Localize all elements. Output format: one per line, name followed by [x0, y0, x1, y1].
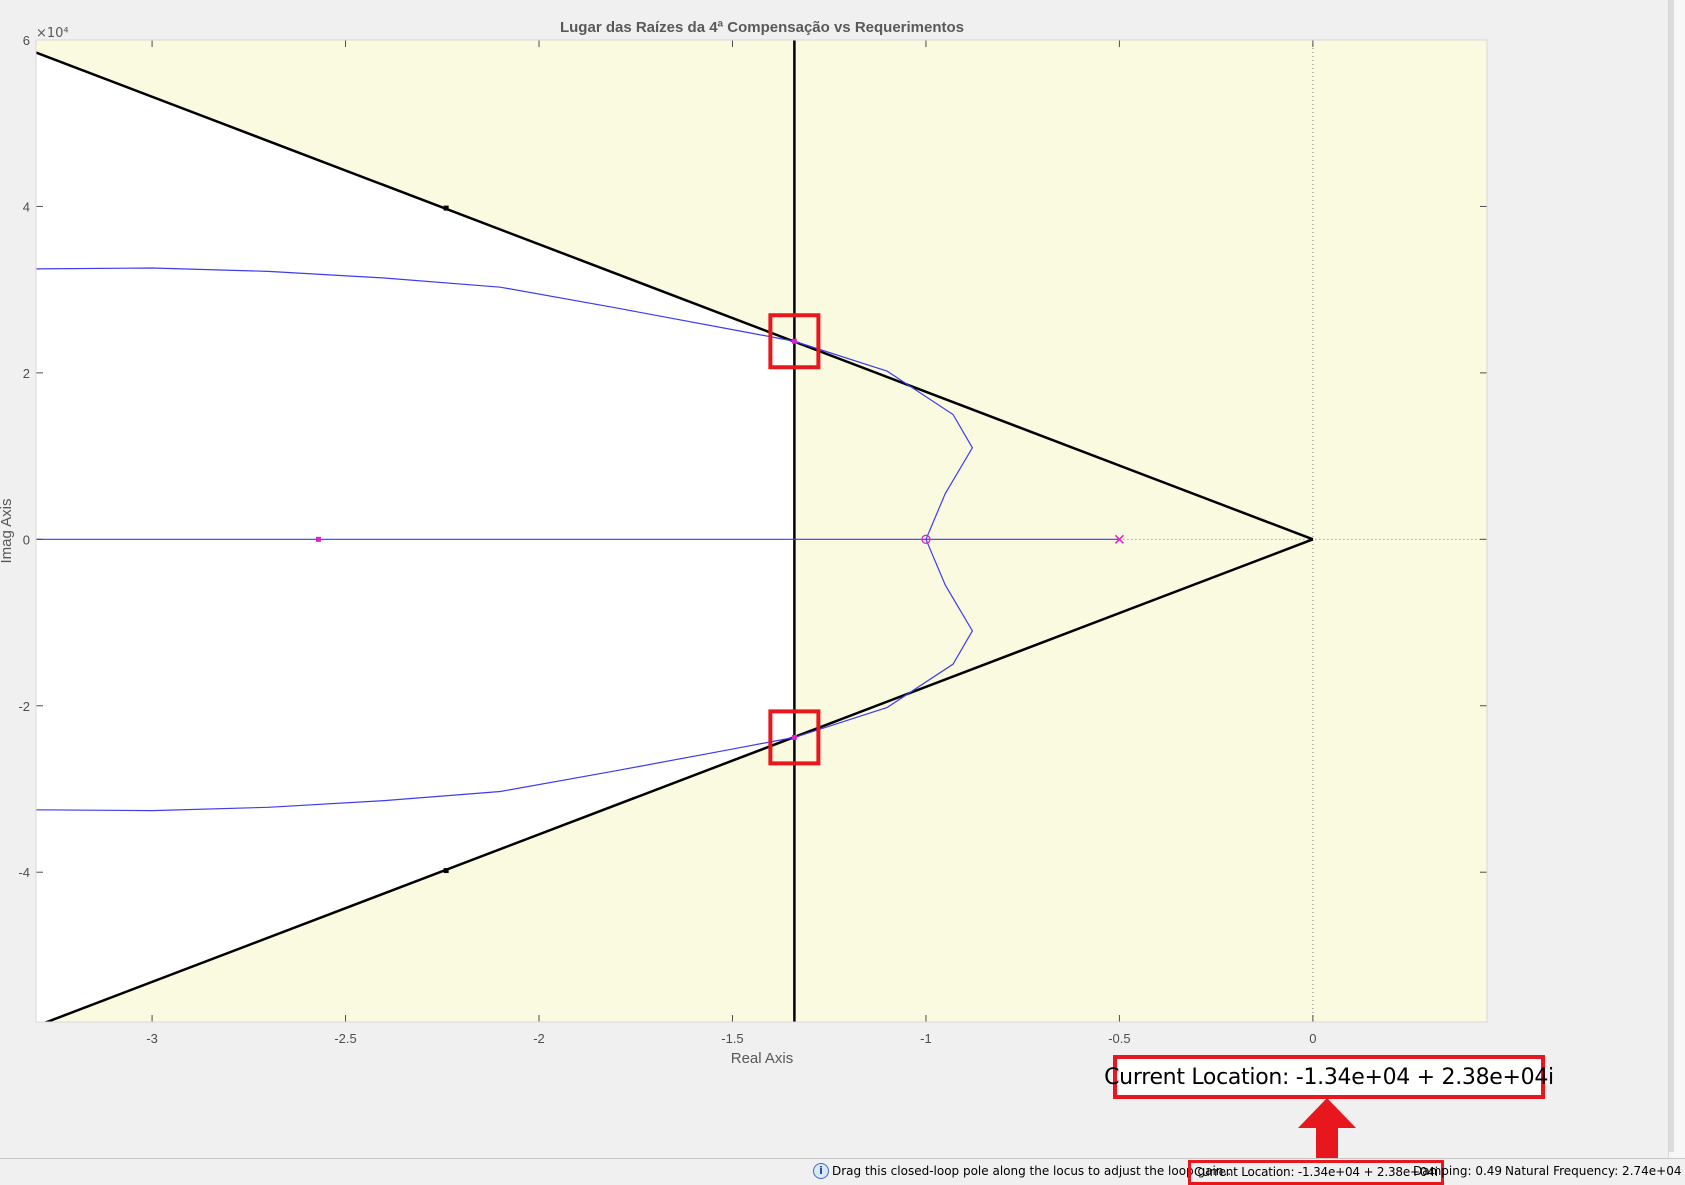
y-tick-label: 2 — [23, 366, 30, 381]
right-panel-divider[interactable] — [1669, 0, 1674, 1152]
status-bar: i Drag this closed-loop pole along the l… — [0, 1158, 1685, 1185]
x-tick-label: -0.5 — [1108, 1031, 1130, 1046]
y-tick-label: -2 — [18, 699, 30, 714]
x-tick-label: -1.5 — [721, 1031, 743, 1046]
x-axis-label: Real Axis — [731, 1050, 794, 1067]
y-tick-label: 6 — [23, 33, 30, 48]
x-tick-label: -2.5 — [334, 1031, 356, 1046]
chart-title: Lugar das Raízes da 4ª Compensação vs Re… — [560, 19, 964, 36]
x-tick-label: -2 — [533, 1031, 545, 1046]
x-tick-label: -3 — [146, 1031, 158, 1046]
status-current-location: Current Location: -1.34e+04 + 2.38e+04i — [1188, 1160, 1444, 1185]
y-tick-label: -4 — [18, 865, 30, 880]
closed-loop-pole-1 — [791, 338, 797, 344]
boundary-marker-0 — [443, 205, 449, 211]
current-location-callout: Current Location: -1.34e+04 + 2.38e+04i — [1104, 1055, 1554, 1099]
y-tick-label: 4 — [23, 199, 30, 214]
status-hint: Drag this closed-loop pole along the loc… — [832, 1164, 1232, 1178]
settling-requirement-region — [794, 40, 1487, 1022]
info-icon: i — [813, 1163, 829, 1179]
status-natural-frequency: Natural Frequency: 2.74e+04 rad/s — [1505, 1164, 1685, 1178]
y-exponent-label: ×10⁴ — [36, 26, 69, 41]
x-tick-label: -1 — [920, 1031, 932, 1046]
boundary-marker-1 — [443, 868, 449, 874]
closed-loop-pole-0 — [315, 536, 321, 542]
y-axis-label: Imag Axis — [0, 498, 15, 563]
root-locus-plot[interactable]: -3 -2.5 -2 -1.5 -1 -0.5 0 -4 -2 0 2 4 6 Lugar das Ra… — [0, 0, 1685, 1158]
status-damping: Damping: 0.49 — [1413, 1164, 1503, 1178]
y-tick-label: 0 — [23, 532, 30, 547]
closed-loop-pole-2 — [791, 734, 797, 740]
x-tick-label: 0 — [1309, 1031, 1316, 1046]
right-side-panel — [1668, 0, 1685, 1160]
